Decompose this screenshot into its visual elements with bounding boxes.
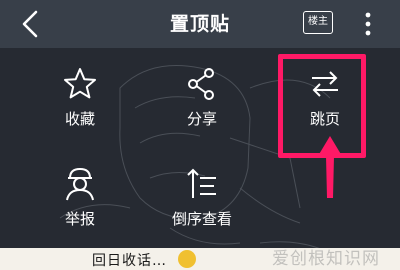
report-menu-item[interactable]: 举报 xyxy=(40,166,120,246)
page-title: 置顶贴 xyxy=(169,13,230,35)
reverse-order-menu-item[interactable]: 倒序查看 xyxy=(147,166,257,246)
star-icon xyxy=(64,68,96,99)
share-label: 分享 xyxy=(186,110,217,128)
owner-only-button[interactable]: 楼主 xyxy=(303,11,333,34)
share-icon xyxy=(188,68,214,100)
smile-emoji-icon xyxy=(178,250,196,268)
more-vertical-icon[interactable] xyxy=(362,10,374,38)
report-user-icon xyxy=(66,167,94,201)
highlight-arrow-icon xyxy=(318,136,342,198)
favorite-menu-item[interactable]: 收藏 xyxy=(40,66,120,146)
share-menu-item[interactable]: 分享 xyxy=(162,66,242,146)
report-label: 举报 xyxy=(64,210,95,228)
reverse-order-label: 倒序查看 xyxy=(171,210,232,228)
reverse-order-icon xyxy=(187,168,216,198)
watermark: 爱创根知识网 xyxy=(272,249,380,269)
favorite-label: 收藏 xyxy=(64,110,95,128)
top-navigation-bar: 置顶贴 楼主 xyxy=(0,0,400,48)
partial-post-text: 回日收话… xyxy=(92,253,167,269)
